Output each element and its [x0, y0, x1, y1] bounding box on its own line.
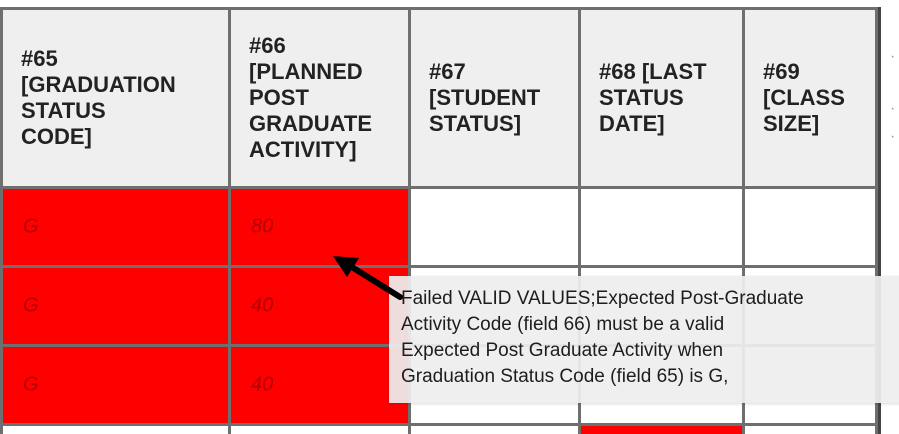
table-cell[interactable]: [581, 189, 742, 265]
validation-table-view: #65 [GRADUATION STATUS CODE] #66 [PLANNE…: [0, 0, 899, 434]
validation-error-tooltip: Failed VALID VALUES;Expected Post-Gradua…: [389, 276, 899, 403]
table-cell-error[interactable]: G: [3, 347, 228, 423]
header-col-67[interactable]: #67 [STUDENT STATUS]: [411, 10, 578, 186]
header-col-69[interactable]: #69 [CLASS SIZE]: [745, 10, 875, 186]
header-col-65-line: STATUS: [21, 98, 106, 123]
cell-value: 80: [251, 215, 274, 238]
cell-value: G: [23, 294, 39, 317]
header-col-67-line: STATUS]: [429, 111, 522, 136]
header-col-65-text: #65 [GRADUATION STATUS CODE]: [21, 46, 176, 150]
header-col-66-line: GRADUATE: [249, 111, 373, 136]
header-col-67-line: [STUDENT: [429, 85, 541, 110]
grid-line-horizontal: [0, 423, 899, 426]
tooltip-line: Failed VALID VALUES;Expected Post-Gradua…: [401, 288, 804, 309]
header-col-65-line: [GRADUATION: [21, 72, 176, 97]
column-overflow-mark: ·: [890, 48, 896, 65]
grid-line-vertical: [0, 7, 3, 434]
header-col-65[interactable]: #65 [GRADUATION STATUS CODE]: [3, 10, 228, 186]
grid-line-vertical: [228, 7, 231, 434]
header-col-69-line: #69: [763, 59, 800, 84]
header-col-68-text: #68 [LAST STATUS DATE]: [599, 59, 707, 137]
header-col-66-line: ACTIVITY]: [249, 137, 357, 162]
table-cell[interactable]: [745, 189, 875, 265]
cell-value: 40: [251, 373, 274, 396]
header-col-65-line: #65: [21, 46, 58, 71]
grid-line-horizontal: [0, 265, 899, 268]
header-col-68-line: DATE]: [599, 111, 665, 136]
header-col-68-line: STATUS: [599, 85, 684, 110]
header-col-68-line: #68 [LAST: [599, 59, 707, 84]
column-overflow-mark: ·: [890, 128, 896, 145]
tooltip-line: Graduation Status Code (field 65) is G,: [401, 366, 729, 387]
header-col-69-line: SIZE]: [763, 111, 820, 136]
header-col-66-line: POST: [249, 85, 309, 110]
table-cell-error[interactable]: G: [3, 268, 228, 344]
tooltip-line: Expected Post Graduate Activity when: [401, 340, 724, 361]
header-col-66-line: #66: [249, 33, 286, 58]
header-col-67-line: #67: [429, 59, 466, 84]
header-col-66[interactable]: #66 [PLANNED POST GRADUATE ACTIVITY]: [231, 10, 408, 186]
header-col-65-line: CODE]: [21, 124, 92, 149]
cell-value: 40: [251, 294, 274, 317]
tooltip-line: Activity Code (field 66) must be a valid: [401, 314, 725, 335]
table-cell-error[interactable]: [581, 426, 742, 434]
header-col-69-line: [CLASS: [763, 85, 845, 110]
grid-line-horizontal: [0, 186, 899, 189]
table-cell[interactable]: [3, 426, 578, 434]
header-col-68[interactable]: #68 [LAST STATUS DATE]: [581, 10, 742, 186]
header-col-67-text: #67 [STUDENT STATUS]: [429, 59, 540, 137]
table-cell[interactable]: [411, 189, 578, 265]
header-col-69-text: #69 [CLASS SIZE]: [763, 59, 845, 137]
table-cell[interactable]: [745, 426, 875, 434]
table-cell-error[interactable]: G: [3, 189, 228, 265]
cell-value: G: [23, 373, 39, 396]
top-strip: [0, 0, 899, 7]
table-cell-error[interactable]: 40: [231, 347, 408, 423]
grid-line-horizontal: [0, 7, 899, 10]
header-col-66-line: [PLANNED: [249, 59, 363, 84]
cell-value: G: [23, 215, 39, 238]
column-overflow-mark: ·: [890, 100, 896, 117]
arrow-pointer-icon: [333, 256, 403, 300]
header-col-66-text: #66 [PLANNED POST GRADUATE ACTIVITY]: [249, 33, 372, 163]
